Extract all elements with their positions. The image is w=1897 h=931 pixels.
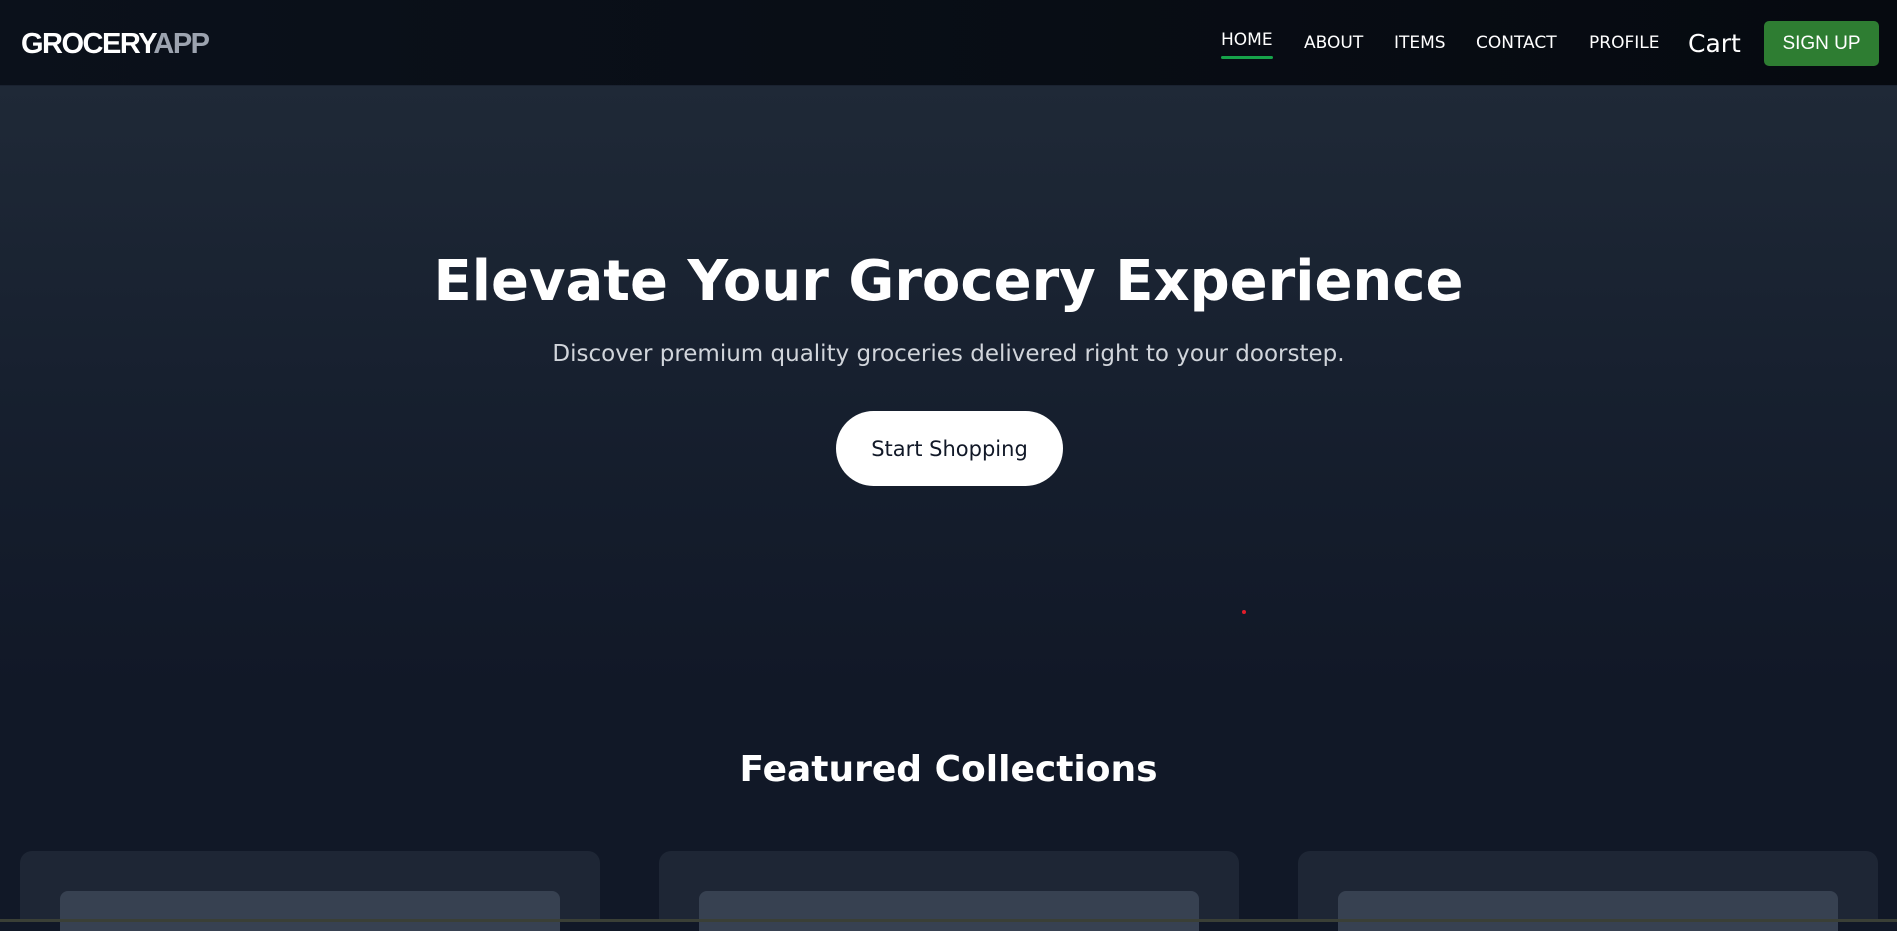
nav-link-cart[interactable]: Cart [1688,28,1741,60]
nav-link-contact[interactable]: CONTACT [1476,31,1557,55]
collection-card-3[interactable] [1298,851,1878,931]
mouse-cursor-dot [1242,610,1246,614]
featured-collections-heading: Featured Collections [739,749,1158,790]
hero-title: Elevate Your Grocery Experience [433,249,1464,314]
nav-link-home[interactable]: HOME [1221,28,1273,59]
nav-link-profile[interactable]: PROFILE [1589,31,1659,55]
brand-logo[interactable]: GROCERYAPP [21,27,210,61]
hero-subtitle: Discover premium quality groceries deliv… [552,341,1345,367]
nav-link-items[interactable]: ITEMS [1394,31,1446,55]
collection-card-1[interactable] [20,851,600,931]
collection-card-2[interactable] [659,851,1239,931]
sign-up-button[interactable]: SIGN UP [1764,21,1879,66]
hero-section: Elevate Your Grocery Experience Discover… [0,86,1897,686]
start-shopping-button[interactable]: Start Shopping [836,411,1063,486]
collection-card-image [699,891,1199,931]
nav-link-about[interactable]: ABOUT [1304,31,1363,55]
top-navbar: GROCERYAPP HOME ABOUT ITEMS CONTACT PROF… [0,0,1897,86]
logo-secondary-text: APP [153,28,210,60]
logo-primary-text: GROCERY [21,28,155,60]
collection-card-image [1338,891,1838,931]
collection-card-image [60,891,560,931]
